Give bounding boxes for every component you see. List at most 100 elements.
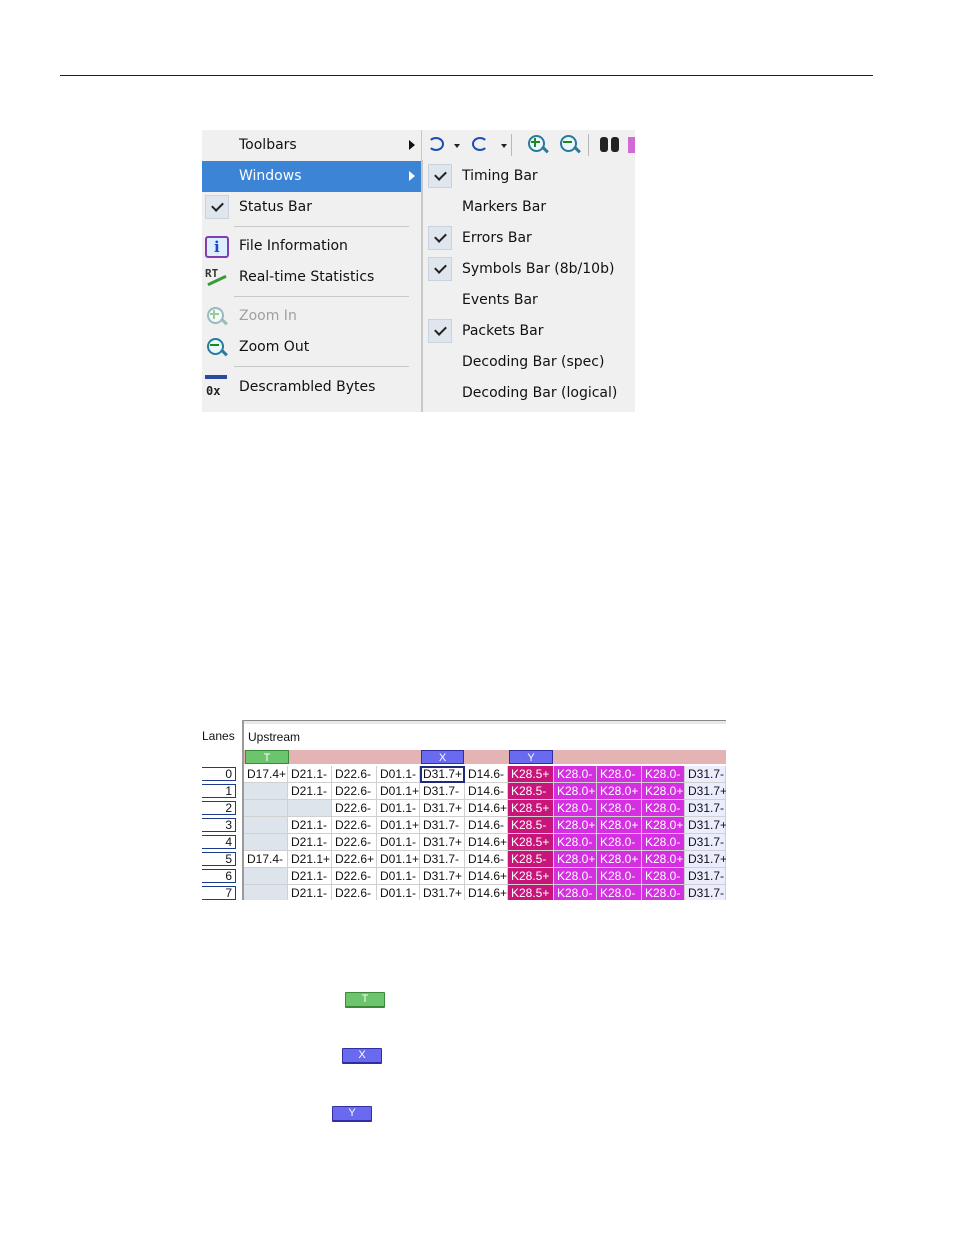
symbol-cell[interactable]: K28.5- [508,783,554,800]
submenu-item-events-bar[interactable]: Events Bar [423,285,635,316]
symbol-cell[interactable]: D17.4- [244,851,288,868]
symbol-cell[interactable]: K28.5- [508,851,554,868]
symbol-cell[interactable]: D22.6- [332,885,377,900]
symbol-cell[interactable]: D01.1+ [377,783,420,800]
symbol-cell[interactable]: D14.6- [465,766,508,783]
marker-x[interactable]: X [421,750,464,764]
symbol-cell[interactable]: D31.7- [420,817,465,834]
binoculars-icon[interactable] [600,137,620,153]
symbol-cell[interactable]: D22.6- [332,868,377,885]
symbol-cell[interactable]: D31.7- [685,834,726,851]
symbol-cell[interactable]: K28.5+ [508,800,554,817]
symbol-cell[interactable]: K28.0- [642,868,685,885]
menu-item-file-information[interactable]: File Information [202,231,421,262]
redo-icon[interactable] [472,137,488,151]
menu-item-descrambled-bytes[interactable]: 0x Descrambled Bytes [202,372,421,403]
lane-number[interactable]: 1 [202,784,236,798]
menu-item-zoom-in[interactable]: Zoom In [202,301,421,332]
symbol-cell[interactable]: K28.0- [554,834,597,851]
symbol-cell[interactable]: D21.1- [288,834,332,851]
lane-number[interactable]: 0 [202,767,236,781]
symbol-cell[interactable]: D31.7- [685,800,726,817]
menu-item-zoom-out[interactable]: Zoom Out [202,332,421,363]
symbol-cell[interactable]: K28.5+ [508,868,554,885]
symbol-cell[interactable]: K28.0- [597,800,642,817]
empty-cell[interactable] [244,834,288,851]
submenu-item-decoding-bar-spec[interactable]: Decoding Bar (spec) [423,347,635,378]
symbol-cell[interactable]: D01.1- [377,834,420,851]
symbol-cell[interactable]: D31.7+ [685,817,726,834]
symbol-cell[interactable]: K28.0- [554,800,597,817]
symbol-cell[interactable]: D01.1+ [377,851,420,868]
symbol-cell[interactable]: K28.5- [508,817,554,834]
symbol-cell[interactable]: D31.7- [420,851,465,868]
symbol-cell[interactable]: D31.7+ [420,834,465,851]
symbol-cell[interactable]: D01.1- [377,885,420,900]
symbol-cell[interactable]: D01.1+ [377,817,420,834]
symbol-cell[interactable]: K28.0+ [597,817,642,834]
chevron-down-icon[interactable] [501,144,507,148]
lane-number[interactable]: 7 [202,886,236,900]
symbol-cell[interactable]: K28.0+ [642,851,685,868]
menu-item-realtime-statistics[interactable]: RT Real-time Statistics [202,262,421,293]
symbol-cell[interactable]: D21.1- [288,817,332,834]
symbol-cell[interactable]: D31.7+ [420,885,465,900]
symbol-cell[interactable]: D22.6- [332,766,377,783]
symbol-cell[interactable]: K28.0- [554,766,597,783]
symbol-cell[interactable]: D01.1- [377,868,420,885]
marker-t[interactable]: T [245,750,289,764]
symbol-cell[interactable]: D22.6- [332,834,377,851]
symbol-cell[interactable]: D31.7+ [685,851,726,868]
submenu-item-symbols-bar[interactable]: Symbols Bar (8b/10b) [423,254,635,285]
symbol-cell[interactable]: K28.0+ [554,851,597,868]
symbol-cell[interactable]: D31.7+ [420,868,465,885]
empty-cell[interactable] [244,868,288,885]
menu-item-toolbars[interactable]: Toolbars [202,130,421,161]
symbol-cell[interactable]: D21.1- [288,783,332,800]
symbol-cell[interactable]: D14.6+ [465,834,508,851]
symbol-cell[interactable]: K28.5+ [508,766,554,783]
symbol-cell[interactable]: K28.0- [597,868,642,885]
symbol-cell[interactable]: D22.6- [332,783,377,800]
symbol-cell[interactable]: D22.6+ [332,851,377,868]
marker-y[interactable]: Y [509,750,553,764]
symbol-cell[interactable]: D21.1+ [288,851,332,868]
lane-number[interactable]: 5 [202,852,236,866]
symbol-cell[interactable]: D14.6- [465,851,508,868]
symbol-cell[interactable]: K28.0- [554,868,597,885]
zoom-out-icon[interactable] [558,134,581,156]
menu-item-status-bar[interactable]: Status Bar [202,192,421,223]
submenu-item-markers-bar[interactable]: Markers Bar [423,192,635,223]
symbol-cell[interactable]: D14.6+ [465,800,508,817]
symbol-cell[interactable]: D17.4+ [244,766,288,783]
submenu-item-decoding-bar-logical[interactable]: Decoding Bar (logical) [423,378,635,409]
lane-number[interactable]: 3 [202,818,236,832]
chevron-down-icon[interactable] [454,144,460,148]
symbol-cell[interactable]: K28.0- [597,766,642,783]
submenu-item-timing-bar[interactable]: Timing Bar [423,161,635,192]
empty-cell[interactable] [244,800,288,817]
symbol-cell[interactable]: D14.6- [465,817,508,834]
symbol-cell[interactable]: D21.1- [288,885,332,900]
lane-number[interactable]: 6 [202,869,236,883]
symbol-cell[interactable]: K28.5+ [508,885,554,900]
symbol-cell[interactable]: D21.1- [288,766,332,783]
lane-number[interactable]: 2 [202,801,236,815]
symbol-cell[interactable]: K28.0+ [642,817,685,834]
symbol-cell[interactable]: K28.0+ [554,783,597,800]
menu-item-windows[interactable]: Windows [202,161,421,192]
symbol-cell[interactable]: D01.1- [377,800,420,817]
symbol-cell[interactable]: D22.6- [332,817,377,834]
undo-icon[interactable] [428,137,444,151]
symbol-cell[interactable]: K28.0- [642,834,685,851]
symbol-cell[interactable]: D14.6- [465,783,508,800]
symbol-cell[interactable]: K28.0- [597,834,642,851]
symbol-cell[interactable]: K28.0- [554,885,597,900]
symbol-cell[interactable]: D22.6- [332,800,377,817]
toolbar-icon[interactable] [628,137,635,153]
symbol-cell[interactable]: K28.0+ [597,783,642,800]
symbol-cell[interactable]: K28.0- [642,800,685,817]
symbol-cell[interactable]: K28.5+ [508,834,554,851]
symbol-cell[interactable]: K28.0+ [642,783,685,800]
symbol-cell[interactable]: K28.0- [642,766,685,783]
